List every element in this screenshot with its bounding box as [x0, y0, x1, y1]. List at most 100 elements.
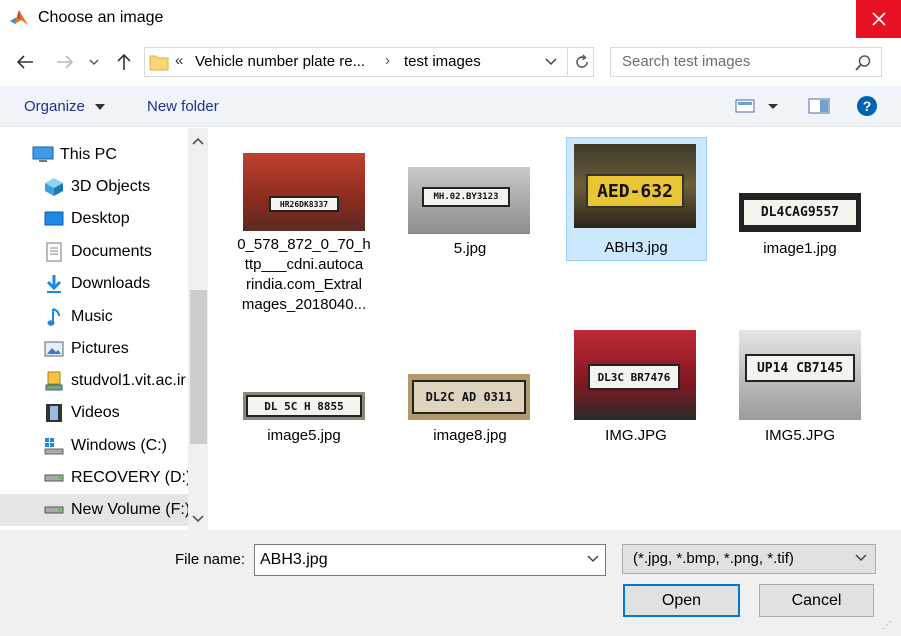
- scrollbar-thumb[interactable]: [190, 290, 207, 444]
- recent-locations-button[interactable]: [84, 49, 104, 75]
- nav-item-new-volume[interactable]: New Volume (F:): [0, 494, 188, 526]
- chevron-down-icon: [855, 554, 867, 562]
- cancel-button[interactable]: Cancel: [759, 584, 874, 617]
- nav-item-documents[interactable]: Documents: [0, 236, 188, 268]
- file-name-dropdown-button[interactable]: [587, 551, 599, 569]
- file-item[interactable]: UP14 CB7145 IMG5.JPG: [730, 330, 870, 450]
- scroll-down-icon: [192, 515, 204, 523]
- nav-item-windows-drive[interactable]: Windows (C:): [0, 430, 188, 462]
- file-item[interactable]: DL3C BR7476 IMG.JPG: [566, 330, 706, 450]
- search-input[interactable]: Search test images: [622, 53, 750, 70]
- plate-text: UP14 CB7145: [745, 354, 855, 382]
- help-icon: ?: [857, 96, 877, 116]
- file-name: image8.jpg: [433, 427, 507, 444]
- nav-item-label: 3D Objects: [71, 178, 151, 195]
- file-name-line: ttp___cdni.autoca: [244, 256, 364, 273]
- back-button[interactable]: [12, 49, 38, 75]
- plate-text: AED-632: [586, 174, 684, 208]
- plate-text: DL 5C H 8855: [246, 395, 362, 417]
- new-folder-button[interactable]: New folder: [147, 98, 219, 115]
- nav-item-pictures[interactable]: Pictures: [0, 333, 188, 365]
- view-dropdown-button[interactable]: [767, 97, 779, 119]
- nav-item-label: This PC: [60, 146, 117, 163]
- file-name: image1.jpg: [763, 240, 837, 257]
- file-thumbnail: MH.02.BY3123: [408, 167, 530, 234]
- organize-button[interactable]: Organize: [24, 98, 106, 115]
- breadcrumb-parent[interactable]: Vehicle number plate re...: [195, 53, 365, 70]
- nav-item-downloads[interactable]: Downloads: [0, 268, 188, 300]
- file-name-line: mages_2018040...: [241, 296, 367, 313]
- file-thumbnail: DL3C BR7476: [574, 330, 696, 420]
- file-name-value[interactable]: ABH3.jpg: [260, 551, 328, 569]
- help-button[interactable]: ?: [856, 95, 878, 121]
- plate-text: DL2C AD 0311: [412, 380, 526, 414]
- nav-item-music[interactable]: Music: [0, 301, 188, 333]
- 3d-objects-icon: [43, 176, 65, 198]
- downloads-icon: [43, 273, 65, 295]
- forward-button[interactable]: [52, 49, 78, 75]
- up-button[interactable]: [111, 49, 137, 75]
- nav-item-network-drive[interactable]: studvol1.vit.ac.ir: [0, 365, 188, 397]
- file-item[interactable]: DL2C AD 0311 image8.jpg: [400, 330, 540, 450]
- chevron-down-icon: [545, 58, 557, 66]
- folder-icon: [149, 53, 169, 71]
- file-thumbnail: UP14 CB7145: [739, 330, 861, 420]
- arrow-up-icon: [117, 53, 131, 70]
- breadcrumb-separator[interactable]: ›: [385, 52, 390, 69]
- nav-item-label: Windows (C:): [71, 437, 168, 454]
- scroll-up-icon: [192, 137, 204, 145]
- nav-item-label: Music: [71, 308, 113, 325]
- search-box[interactable]: Search test images: [610, 47, 882, 77]
- address-bar[interactable]: « Vehicle number plate re... › test imag…: [144, 47, 594, 77]
- nav-item-3d-objects[interactable]: 3D Objects: [0, 171, 188, 203]
- open-button[interactable]: Open: [623, 584, 740, 617]
- windows-drive-icon: [43, 435, 65, 457]
- arrow-left-icon: [16, 55, 33, 69]
- refresh-button[interactable]: [567, 48, 595, 76]
- file-thumbnail: DL 5C H 8855: [243, 392, 365, 420]
- file-name-line: 0_578_872_0_70_h: [237, 236, 371, 253]
- file-type-value: (*.jpg, *.bmp, *.png, *.tif): [633, 550, 794, 567]
- preview-pane-button[interactable]: [808, 97, 830, 119]
- documents-icon: [43, 241, 65, 263]
- nav-item-recovery-drive[interactable]: RECOVERY (D:): [0, 462, 188, 494]
- navigation-pane: This PC 3D Objects Desktop Documents Dow…: [0, 128, 208, 530]
- file-item[interactable]: MH.02.BY3123 5.jpg: [400, 145, 540, 265]
- nav-item-label: Downloads: [71, 275, 151, 292]
- file-type-dropdown-button[interactable]: [855, 550, 867, 568]
- close-button[interactable]: [856, 0, 901, 38]
- nav-item-videos[interactable]: Videos: [0, 397, 188, 429]
- file-item[interactable]: DL 5C H 8855 image5.jpg: [234, 330, 374, 450]
- caret-down-icon: [95, 104, 106, 110]
- file-name-label: File name:: [175, 551, 246, 568]
- chevron-down-icon: [587, 555, 599, 563]
- videos-icon: [43, 402, 65, 424]
- search-icon[interactable]: [854, 54, 872, 76]
- overflow-chevron[interactable]: «: [175, 52, 183, 69]
- breadcrumb-current[interactable]: test images: [404, 53, 481, 70]
- nav-item-label: RECOVERY (D:): [71, 469, 188, 486]
- nav-item-label: Documents: [71, 243, 152, 260]
- file-item-selected[interactable]: AED-632 ABH3.jpg: [566, 137, 706, 261]
- resize-grip-icon[interactable]: ⋰: [882, 620, 892, 631]
- nav-item-desktop[interactable]: Desktop: [0, 203, 188, 235]
- drive-icon: [43, 467, 65, 489]
- nav-item-label: Desktop: [71, 210, 130, 227]
- file-item[interactable]: HR26DK8337 0_578_872_0_70_h ttp___cdni.a…: [234, 145, 374, 325]
- file-name-field[interactable]: ABH3.jpg: [254, 544, 606, 576]
- plate-text: DL4CAG9557: [742, 198, 858, 227]
- file-name-line: rindia.com_Extral: [246, 276, 362, 293]
- view-options-icon: [735, 99, 755, 113]
- nav-item-this-pc[interactable]: This PC: [0, 139, 188, 171]
- file-thumbnail: HR26DK8337: [243, 153, 365, 231]
- address-dropdown-button[interactable]: [545, 54, 557, 72]
- nav-item-label: studvol1.vit.ac.ir: [71, 372, 186, 389]
- desktop-icon: [43, 208, 65, 230]
- close-icon: [871, 12, 886, 26]
- plate-text: HR26DK8337: [269, 196, 339, 212]
- file-item[interactable]: DL4CAG9557 image1.jpg: [730, 145, 870, 265]
- network-drive-icon: [43, 370, 65, 392]
- file-type-select[interactable]: (*.jpg, *.bmp, *.png, *.tif): [622, 544, 876, 574]
- change-view-button[interactable]: [735, 97, 755, 119]
- file-thumbnail: DL2C AD 0311: [408, 374, 530, 420]
